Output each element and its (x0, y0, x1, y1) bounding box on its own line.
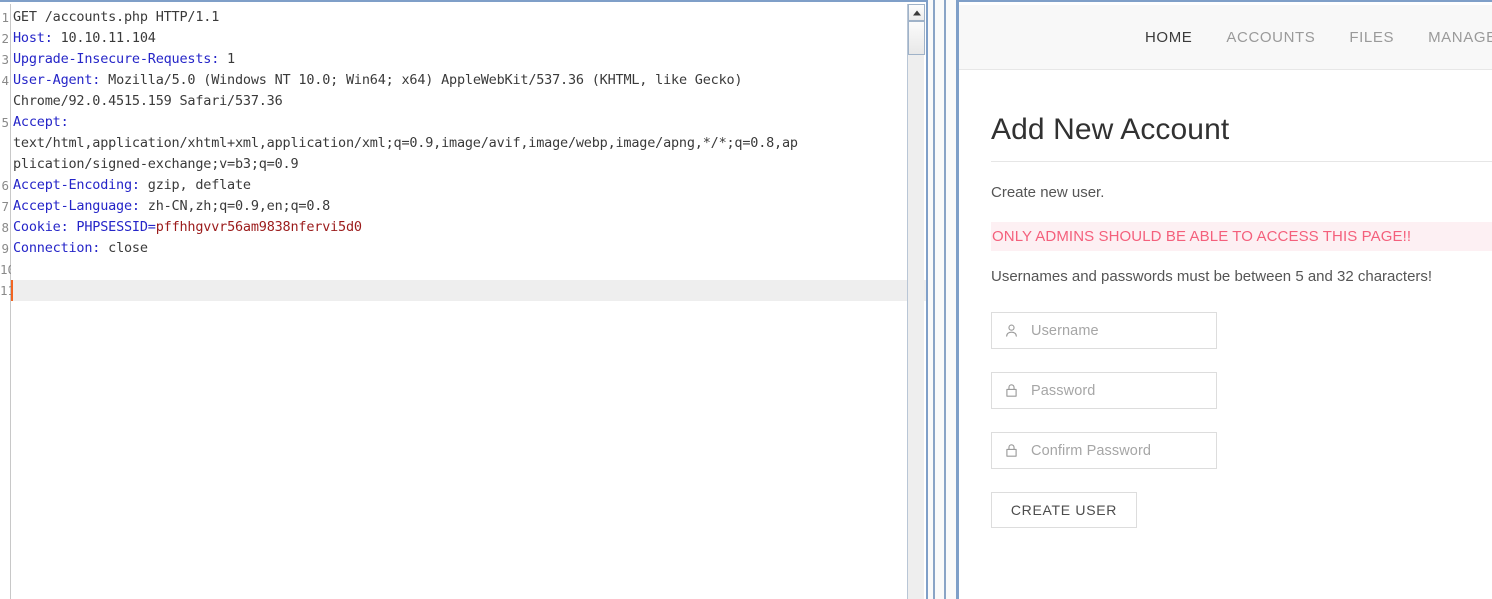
code-line[interactable]: Connection: close (11, 238, 926, 259)
nav-link-files[interactable]: FILES (1349, 29, 1394, 46)
line-number: 11 (0, 283, 16, 298)
confirm-password-field-placeholder: Confirm Password (1031, 442, 1152, 459)
cookie-session-value: pffhhgvvr56am9838nfervi5d0 (155, 219, 362, 235)
screen-root: 1 2 3 4 5 6 7 8 9 10 11 GET /accounts.php HTTP/1… (0, 0, 1492, 599)
line-number: 6 (1, 178, 9, 193)
line-number: 5 (1, 115, 9, 130)
admin-warning-banner: ONLY ADMINS SHOULD BE ABLE TO ACCESS THI… (991, 222, 1492, 251)
password-field-placeholder: Password (1031, 382, 1096, 399)
page-body: Add New Account Create new user. ONLY AD… (959, 71, 1492, 599)
triangle-up-icon (912, 10, 921, 15)
line-number: 3 (1, 52, 9, 67)
nav-link-home[interactable]: HOME (1145, 29, 1192, 46)
password-field[interactable]: Password (991, 372, 1217, 409)
header-name: User-Agent: (13, 72, 101, 88)
code-line[interactable]: Chrome/92.0.4515.159 Safari/537.36 (11, 91, 926, 112)
code-line[interactable]: GET /accounts.php HTTP/1.1 (11, 7, 926, 28)
code-line[interactable]: Upgrade-Insecure-Requests: 1 (11, 49, 926, 70)
scrollbar-thumb[interactable] (908, 21, 925, 55)
scroll-up-arrow-icon[interactable] (908, 4, 925, 21)
code-line[interactable]: Accept-Language: zh-CN,zh;q=0.9,en;q=0.8 (11, 196, 926, 217)
page-subtitle: Create new user. (991, 184, 1105, 201)
line-number: 7 (1, 199, 9, 214)
http-request-editor-window: 1 2 3 4 5 6 7 8 9 10 11 GET /accounts.php HTTP/1… (0, 0, 928, 599)
editor-inner: 1 2 3 4 5 6 7 8 9 10 11 GET /accounts.php HTTP/1… (0, 4, 926, 599)
code-line[interactable]: plication/signed-exchange;v=b3;q=0.9 (11, 154, 926, 175)
new-account-form: Username Password Confirm Password (991, 312, 1492, 469)
lock-icon (1003, 442, 1020, 459)
header-name: Accept-Encoding: (13, 177, 140, 193)
code-line[interactable]: text/html,application/xhtml+xml,applicat… (11, 133, 926, 154)
browser-window-left-edge (944, 0, 946, 599)
username-field[interactable]: Username (991, 312, 1217, 349)
request-code-area[interactable]: GET /accounts.php HTTP/1.1 Host: 10.10.11… (11, 4, 926, 599)
nav-link-management-m[interactable]: MANAGEMENT M (1428, 29, 1492, 46)
line-number: 1 (1, 10, 9, 25)
header-name: Accept: (13, 114, 69, 130)
editor-window-right-edge (933, 0, 935, 599)
header-name: Accept-Language: (13, 198, 140, 214)
lock-icon (1003, 382, 1020, 399)
header-value: 10.10.11.104 (52, 30, 156, 46)
header-value: close (100, 240, 148, 256)
line-number: 8 (1, 220, 9, 235)
line-number: 2 (1, 31, 9, 46)
line-number-gutter: 1 2 3 4 5 6 7 8 9 10 11 (0, 4, 16, 599)
header-name: Upgrade-Insecure-Requests: (13, 51, 220, 67)
header-name: Connection: (13, 240, 101, 256)
title-divider (991, 161, 1492, 162)
code-line[interactable]: User-Agent: Mozilla/5.0 (Windows NT 10.0… (11, 70, 926, 91)
line-number (0, 91, 10, 112)
line-number: 9 (1, 241, 9, 256)
code-line[interactable]: Accept: (11, 112, 926, 133)
line-number: 4 (1, 73, 9, 88)
cookie-key: PHPSESSID= (68, 219, 156, 235)
code-line[interactable] (11, 280, 926, 301)
page-title: Add New Account (991, 113, 1230, 146)
line-number: 10 (0, 262, 16, 277)
nav-link-accounts[interactable]: ACCOUNTS (1226, 29, 1315, 46)
credentials-hint: Usernames and passwords must be between … (991, 268, 1433, 285)
code-line[interactable] (11, 259, 926, 280)
header-value: gzip, deflate (139, 177, 251, 193)
header-name: Cookie: (13, 219, 69, 235)
line-number (0, 154, 10, 175)
create-user-button[interactable]: CREATE USER (991, 492, 1137, 528)
user-icon (1003, 322, 1020, 339)
confirm-password-field[interactable]: Confirm Password (991, 432, 1217, 469)
code-line[interactable]: Accept-Encoding: gzip, deflate (11, 175, 926, 196)
window-gap (928, 0, 956, 599)
line-number (0, 133, 10, 154)
browser-window: HOME ACCOUNTS FILES MANAGEMENT M Add New Ac… (956, 0, 1492, 599)
header-value: zh-CN,zh;q=0.9,en;q=0.8 (139, 198, 331, 214)
site-navbar: HOME ACCOUNTS FILES MANAGEMENT M (959, 5, 1492, 70)
header-value: 1 (219, 51, 235, 67)
editor-vertical-scrollbar[interactable] (907, 4, 925, 599)
username-field-placeholder: Username (1031, 322, 1099, 339)
code-line[interactable]: Cookie: PHPSESSID=pffhhgvvr56am9838nferv… (11, 217, 926, 238)
header-name: Host: (13, 30, 53, 46)
code-line[interactable]: Host: 10.10.11.104 (11, 28, 926, 49)
header-value: Mozilla/5.0 (Windows NT 10.0; Win64; x64… (100, 72, 743, 88)
